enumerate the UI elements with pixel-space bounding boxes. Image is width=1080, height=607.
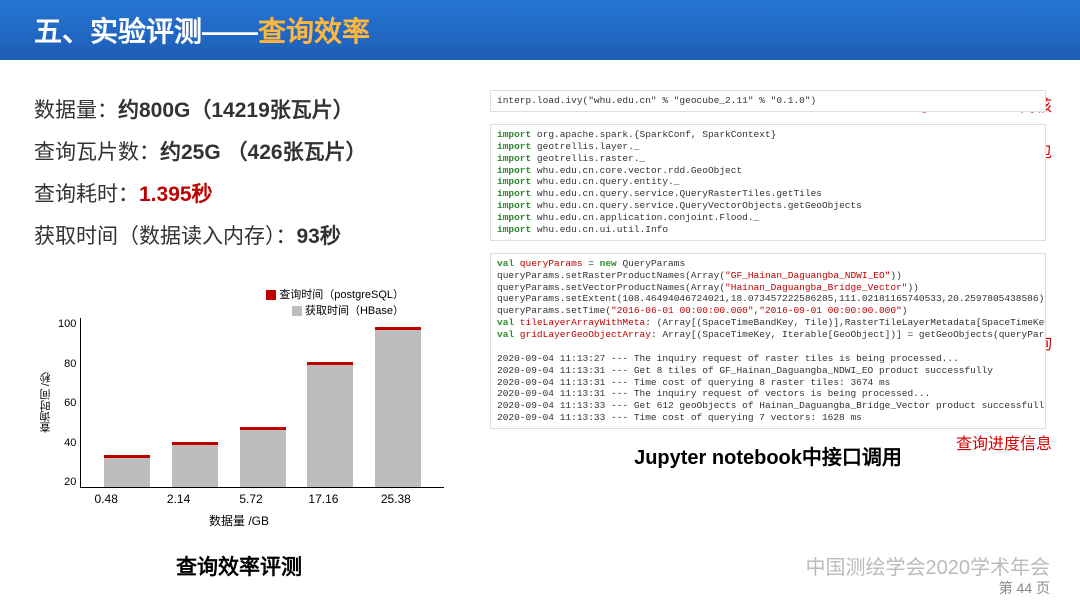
output-line: 2020-09-04 11:13:33 --- Time cost of que… (497, 412, 1039, 424)
chart: 查询时间（postgreSQL） 获取时间（HBase） 查询时间 /秒 100… (34, 286, 444, 581)
stat2-value: 约25G （426张瓦片） (160, 141, 367, 164)
bar (375, 330, 421, 487)
title-prefix: 五、实验评测—— (34, 10, 258, 50)
str: "GF_Hainan_Daguangba_NDWI_EO" (725, 270, 890, 281)
bar (240, 430, 286, 487)
stat4-value: 93秒 (297, 225, 341, 248)
footer-page: 第 44 页 (806, 580, 1051, 597)
bar (104, 458, 150, 487)
stat4-label: 获取时间（数据读入内存）： (34, 225, 297, 248)
txt: )) (890, 270, 901, 281)
stats-block: 数据量：约800G（14219张瓦片） 查询瓦片数：约25G （426张瓦片） … (34, 90, 474, 258)
prompt: In [3]: (490, 258, 491, 271)
legend-gray-swatch (292, 306, 302, 316)
txt: : (Array[(SpaceTimeBandKey, Tile)],Raste… (645, 317, 1046, 328)
stat1-value: 约800G（14219张瓦片） (118, 99, 354, 122)
stat3-label: 查询耗时： (34, 183, 139, 206)
footer: 中国测绘学会2020学术年会 第 44 页 (806, 556, 1051, 597)
txt: : Array[(SpaceTimeKey, Iterable[GeoObjec… (651, 329, 1046, 340)
chart-caption: 查询效率评测 (34, 551, 444, 581)
output-line: 2020-09-04 11:13:33 --- Get 612 geoObjec… (497, 400, 1039, 412)
var: tileLayerArrayWithMeta (514, 317, 645, 328)
code-cell-2: In [2]:import import org.apache.spark.{S… (490, 124, 1046, 241)
left-column: 数据量：约800G（14219张瓦片） 查询瓦片数：约25G （426张瓦片） … (34, 90, 474, 581)
txt: queryParams.setRasterProductNames(Array( (497, 270, 725, 281)
bar (172, 445, 218, 487)
y-axis-label: 查询时间 /秒 (34, 372, 58, 433)
ytick: 40 (58, 437, 76, 449)
code-line: queryParams.setExtent(108.46494046724021… (497, 293, 1039, 305)
bar (307, 365, 353, 487)
txt: queryParams.setTime( (497, 305, 611, 316)
title-highlight: 查询效率 (258, 10, 370, 50)
x-axis-label: 数据量 /GB (34, 512, 444, 529)
ytick: 60 (58, 397, 76, 409)
code-line: interp.load.ivy("whu.edu.cn" % "geocube_… (497, 95, 816, 106)
ytick: 80 (58, 358, 76, 370)
stat2-label: 查询瓦片数： (34, 141, 160, 164)
output-line: 2020-09-04 11:13:31 --- Get 8 tiles of G… (497, 365, 1039, 377)
slide-title: 五、实验评测——查询效率 (0, 0, 1080, 60)
footer-org: 中国测绘学会2020学术年会 (806, 556, 1051, 580)
stat3-value: 1.395秒 (139, 183, 213, 206)
stat1-label: 数据量： (34, 99, 118, 122)
txt: )) (907, 282, 918, 293)
code-cell-1: In [1]: interp.load.ivy("whu.edu.cn" % "g… (490, 90, 1046, 112)
kw: new (600, 258, 617, 269)
y-axis-ticks: 100 80 60 40 20 (58, 318, 80, 488)
str: "Hainan_Daguangba_Bridge_Vector" (725, 282, 907, 293)
ytick: 20 (58, 476, 76, 488)
prompt: In [2]: (490, 129, 491, 142)
right-column: 导入GeoCube 内核 导入 GeoCube 包 多维语义查询 查询进度信息 … (490, 90, 1046, 470)
output-line: 2020-09-04 11:13:31 --- Time cost of que… (497, 377, 1039, 389)
ytick: 100 (58, 318, 76, 330)
legend-red-swatch (266, 290, 276, 300)
xtick: 2.14 (142, 492, 214, 506)
str: "2016-09-01 00:00:00.000" (759, 305, 902, 316)
var: queryParams (514, 258, 582, 269)
xtick: 17.16 (287, 492, 359, 506)
plot-area (80, 318, 444, 488)
kw: val (497, 258, 514, 269)
output-line: 2020-09-04 11:13:27 --- The inquiry requ… (497, 353, 1039, 365)
kw: val (497, 329, 514, 340)
output-line: 2020-09-04 11:13:31 --- The inquiry requ… (497, 388, 1039, 400)
var: gridLayerGeoObjectArray (514, 329, 651, 340)
str: "2016-06-01 00:00:00.000" (611, 305, 754, 316)
xtick: 25.38 (360, 492, 432, 506)
prompt: In [1]: (490, 95, 491, 108)
txt: queryParams.setVectorProductNames(Array( (497, 282, 725, 293)
code-cell-3: In [3]: val queryParams = new QueryParams… (490, 253, 1046, 429)
legend-red-label: 查询时间（postgreSQL） (279, 289, 404, 301)
xtick: 0.48 (70, 492, 142, 506)
txt: ) (902, 305, 908, 316)
annotation-4: 查询进度信息 (956, 430, 1052, 454)
kw: val (497, 317, 514, 328)
txt: = (583, 258, 600, 269)
xtick: 5.72 (215, 492, 287, 506)
txt: QueryParams (617, 258, 685, 269)
legend-gray-label: 获取时间（HBase） (305, 305, 404, 317)
